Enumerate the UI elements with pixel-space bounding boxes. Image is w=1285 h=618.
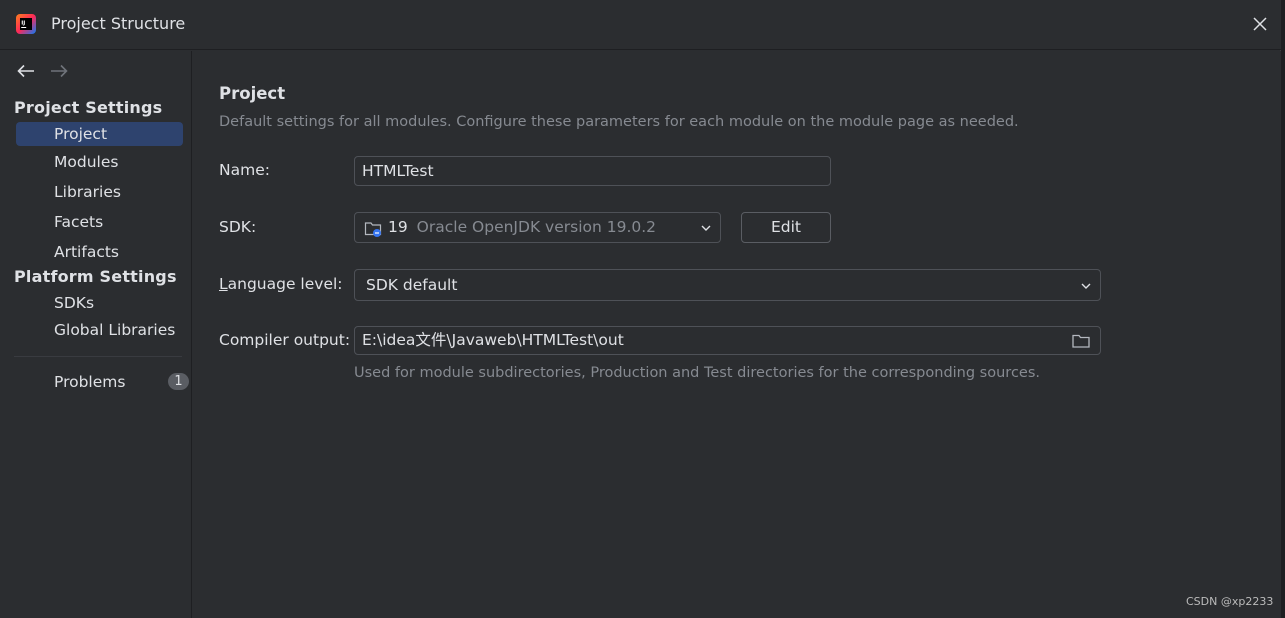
sidebar-item-sdks[interactable]: SDKs <box>16 291 183 315</box>
language-level-value: SDK default <box>366 276 458 294</box>
compiler-output-input[interactable]: E:\idea文件\Javaweb\HTMLTest\out <box>354 326 1101 355</box>
name-input-value: HTMLTest <box>362 162 434 180</box>
back-button[interactable] <box>16 61 36 81</box>
sidebar-item-facets[interactable]: Facets <box>16 210 183 234</box>
background-edge <box>1281 0 1285 618</box>
sidebar-item-project[interactable]: Project <box>16 122 183 146</box>
sdk-edit-button[interactable]: Edit <box>741 212 831 243</box>
chevron-down-icon <box>701 225 711 231</box>
sdk-dropdown[interactable]: 19 Oracle OpenJDK version 19.0.2 <box>354 212 721 243</box>
sidebar-item-modules[interactable]: Modules <box>16 150 183 174</box>
language-level-label: Language level: <box>219 275 343 293</box>
platform-settings-header: Platform Settings <box>14 267 177 286</box>
folder-icon <box>1072 334 1090 348</box>
chevron-down-icon <box>1081 283 1091 289</box>
sdk-folder-icon <box>364 222 382 237</box>
problems-count-badge: 1 <box>168 373 189 390</box>
close-button[interactable] <box>1248 12 1272 36</box>
project-settings-header: Project Settings <box>14 98 163 117</box>
language-level-dropdown[interactable]: SDK default <box>354 269 1101 301</box>
forward-button[interactable] <box>49 61 69 81</box>
browse-folder-button[interactable] <box>1071 332 1091 350</box>
watermark: CSDN @xp2233 <box>1186 595 1274 608</box>
sidebar-item-global-libraries[interactable]: Global Libraries <box>16 318 183 342</box>
sidebar-item-artifacts[interactable]: Artifacts <box>16 240 183 264</box>
language-level-label-rest: anguage level: <box>227 275 343 293</box>
window-title: Project Structure <box>51 14 186 33</box>
language-level-mnemonic: L <box>219 275 228 293</box>
project-settings-panel: Project Default settings for all modules… <box>193 51 1281 618</box>
compiler-output-label: Compiler output: <box>219 331 351 349</box>
sidebar-item-problems[interactable]: Problems <box>16 370 183 394</box>
close-icon <box>1253 17 1267 31</box>
sdk-label: SDK: <box>219 218 257 236</box>
svg-text:IJ: IJ <box>21 21 25 27</box>
name-input[interactable]: HTMLTest <box>354 156 831 186</box>
sdk-name: Oracle OpenJDK version 19.0.2 <box>416 218 657 236</box>
sidebar: Project Settings Project Modules Librari… <box>0 51 192 618</box>
project-structure-window: IJ Project Structure Project Settings Pr… <box>0 0 1281 618</box>
page-title: Project <box>219 84 286 103</box>
compiler-output-hint: Used for module subdirectories, Producti… <box>354 365 1040 381</box>
page-description: Default settings for all modules. Config… <box>219 114 1019 130</box>
title-bar: IJ Project Structure <box>0 0 1281 50</box>
intellij-idea-icon: IJ <box>16 14 36 34</box>
compiler-output-value: E:\idea文件\Javaweb\HTMLTest\out <box>362 331 624 349</box>
sidebar-item-libraries[interactable]: Libraries <box>16 180 183 204</box>
sidebar-divider <box>14 356 182 357</box>
name-label: Name: <box>219 161 270 179</box>
arrow-right-icon <box>51 64 68 78</box>
arrow-left-icon <box>17 64 34 78</box>
sdk-version: 19 <box>388 218 408 236</box>
